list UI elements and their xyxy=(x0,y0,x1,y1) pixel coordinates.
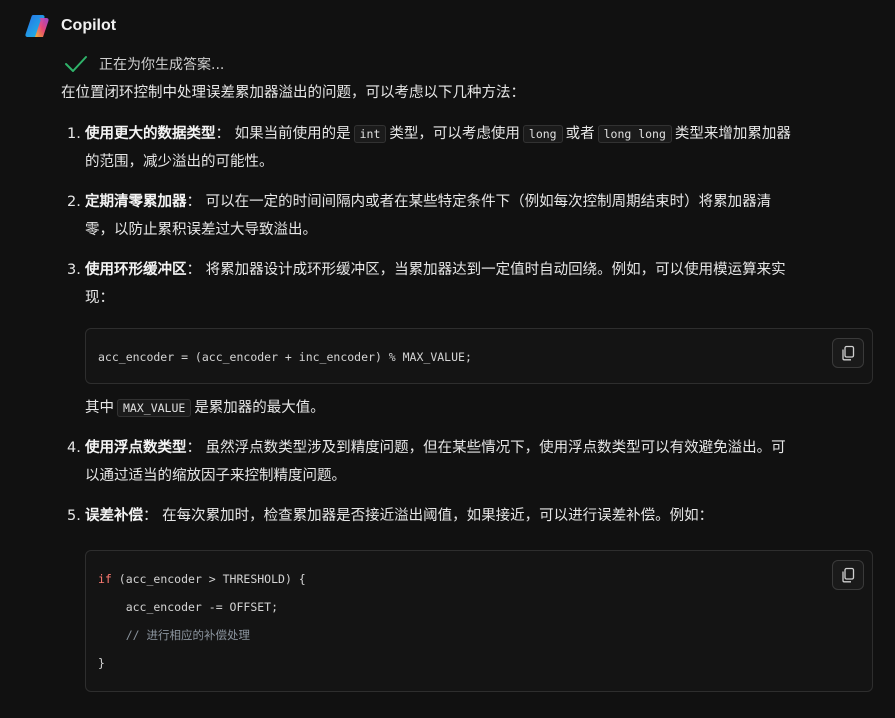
code-comment: // 进行相应的补偿处理 xyxy=(98,628,250,642)
step-text: 零，以防止累积误差过大导致溢出。 xyxy=(85,222,317,238)
list-item: 2. 定期清零累加器： 可以在一定的时间间隔内或者在某些特定条件下（例如每次控制… xyxy=(61,188,873,244)
status-text: 正在为你生成答案... xyxy=(99,57,225,73)
step-text: 将累加器设计成环形缓冲区，当累加器达到一定值时自动回绕。例如，可以使用模运算来实 xyxy=(205,262,786,278)
step-separator: ： xyxy=(186,262,202,278)
code-line: } xyxy=(98,656,105,670)
step-title: 使用更大的数据类型 xyxy=(85,126,216,142)
list-item: 5. 误差补偿： 在每次累加时，检查累加器是否接近溢出阈值，如果接近，可以进行误… xyxy=(61,502,873,692)
step-text: 类型，可以考虑使用 xyxy=(389,126,520,142)
check-icon xyxy=(65,56,87,72)
code-line: acc_encoder = (acc_encoder + inc_encoder… xyxy=(98,350,472,364)
code-block: if (acc_encoder > THRESHOLD) { acc_encod… xyxy=(85,550,873,692)
step-text: 可以在一定的时间间隔内或者在某些特定条件下（例如每次控制周期结束时）将累加器清 xyxy=(205,194,772,210)
list-item: 3. 使用环形缓冲区： 将累加器设计成环形缓冲区，当累加器达到一定值时自动回绕。… xyxy=(61,256,873,422)
step-title: 使用环形缓冲区 xyxy=(85,262,187,278)
inline-code: int xyxy=(353,125,387,143)
code-line: if (acc_encoder > THRESHOLD) { xyxy=(98,565,860,593)
step-text: 现： xyxy=(85,290,114,306)
copy-code-button[interactable] xyxy=(832,338,864,368)
step-separator: ： xyxy=(215,126,231,142)
brand-name: Copilot xyxy=(61,17,117,34)
copy-code-button[interactable] xyxy=(832,560,864,590)
step-text: 类型来增加累加器 xyxy=(674,126,791,142)
inline-code: long xyxy=(522,125,563,143)
step-text: 虽然浮点数类型涉及到精度问题，但在某些情况下，使用浮点数类型可以有效避免溢出。可 xyxy=(205,440,786,456)
inline-code: long long xyxy=(597,125,672,143)
app-header: Copilot xyxy=(24,13,116,39)
code-keyword: if xyxy=(98,572,112,586)
method-list: 1. 使用更大的数据类型： 如果当前使用的是 int 类型，可以考虑使用 long 或者… xyxy=(61,120,873,692)
step-number: 5. xyxy=(67,508,81,524)
step-number: 2. xyxy=(67,194,81,210)
step-number: 3. xyxy=(67,262,81,278)
step-number: 4. xyxy=(67,440,81,456)
answer-content: 在位置闭环控制中处理误差累加器溢出的问题，可以考虑以下几种方法： 1. 使用更大… xyxy=(61,82,873,704)
step-title: 使用浮点数类型 xyxy=(85,440,187,456)
list-item: 1. 使用更大的数据类型： 如果当前使用的是 int 类型，可以考虑使用 long 或者… xyxy=(61,120,873,176)
step-title: 定期清零累加器 xyxy=(85,194,187,210)
code-line: acc_encoder -= OFFSET; xyxy=(98,600,279,614)
step-number: 1. xyxy=(67,126,81,142)
code-block: acc_encoder = (acc_encoder + inc_encoder… xyxy=(85,328,873,384)
step-text: 是累加器的最大值。 xyxy=(194,400,325,416)
answer-intro: 在位置闭环控制中处理误差累加器溢出的问题，可以考虑以下几种方法： xyxy=(61,85,525,101)
step-separator: ： xyxy=(186,194,202,210)
step-text: 或者 xyxy=(565,126,595,142)
copy-icon xyxy=(842,345,855,361)
inline-code: MAX_VALUE xyxy=(117,399,192,417)
step-text: 如果当前使用的是 xyxy=(234,126,351,142)
step-separator: ： xyxy=(186,440,202,456)
step-separator: ： xyxy=(143,508,158,524)
copilot-logo-icon xyxy=(25,15,49,37)
step-text: 其中 xyxy=(85,400,114,416)
step-text: 在每次累加时，检查累加器是否接近溢出阈值，如果接近，可以进行误差补偿。例如： xyxy=(162,508,714,524)
step-text: 以通过适当的缩放因子来控制精度问题。 xyxy=(85,468,346,484)
code-text: (acc_encoder > THRESHOLD) { xyxy=(111,572,306,586)
generation-status: 正在为你生成答案... xyxy=(64,53,224,75)
step-note: 其中 MAX_VALUE 是累加器的最大值。 xyxy=(85,394,873,422)
step-title: 误差补偿 xyxy=(85,508,143,524)
copy-icon xyxy=(842,567,855,583)
list-item: 4. 使用浮点数类型： 虽然浮点数类型涉及到精度问题，但在某些情况下，使用浮点数… xyxy=(61,434,873,490)
step-text: 的范围，减少溢出的可能性。 xyxy=(85,154,274,170)
